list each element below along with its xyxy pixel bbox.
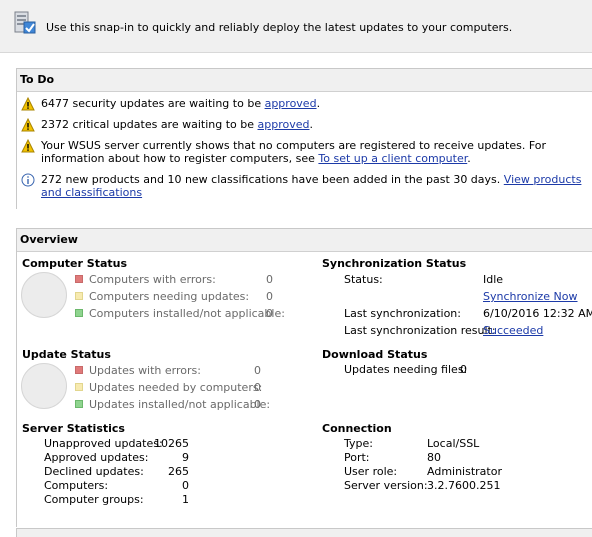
- connection-value: Administrator: [427, 465, 502, 478]
- download-status-value: 0: [460, 363, 467, 376]
- computer-status-value: 0: [266, 307, 273, 320]
- update-status-label: Updates needed by computers:: [89, 381, 263, 394]
- connection-label: User role:: [344, 465, 398, 478]
- update-status-label: Updates installed/not applicable:: [89, 398, 271, 411]
- synchronize-now-link[interactable]: Synchronize Now: [483, 290, 578, 303]
- computer-status-title: Computer Status: [22, 257, 128, 270]
- computer-status-label: Computers needing updates:: [89, 290, 250, 303]
- update-status-value: 0: [254, 381, 261, 394]
- computer-status-pie: [21, 272, 67, 318]
- connection-value: 3.2.7600.251: [427, 479, 501, 492]
- sync-status-value: Idle: [483, 273, 504, 286]
- todo-text: 272 new products and 10 new classificati…: [41, 173, 504, 186]
- download-status-title: Download Status: [322, 348, 428, 361]
- stat-value: 0: [182, 479, 189, 492]
- todo-text: 6477 security updates are waiting to be: [41, 97, 265, 110]
- todo-suffix: .: [467, 152, 471, 165]
- connection-label: Port:: [344, 451, 370, 464]
- stat-label: Computers:: [44, 479, 109, 492]
- update-status-pie: [21, 363, 67, 409]
- todo-item-security: 6477 security updates are waiting to be …: [21, 97, 591, 111]
- todo-item-new-products: 272 new products and 10 new classificati…: [21, 173, 591, 201]
- todo-item-critical: 2372 critical updates are waiting to be …: [21, 118, 591, 132]
- wsus-server-icon: [14, 11, 36, 34]
- errors-swatch: [75, 366, 83, 374]
- banner-text: Use this snap-in to quickly and reliably…: [46, 21, 513, 34]
- update-status-value: 0: [254, 364, 261, 377]
- computer-status-value: 0: [266, 273, 273, 286]
- last-sync-label: Last synchronization:: [344, 307, 461, 320]
- warning-icon: [21, 97, 35, 111]
- sync-status-label: Status:: [344, 273, 383, 286]
- update-status-title: Update Status: [22, 348, 111, 361]
- stat-label: Unapproved updates:: [44, 437, 163, 450]
- todo-suffix: .: [309, 118, 313, 131]
- sync-status-title: Synchronization Status: [322, 257, 467, 270]
- stat-label: Computer groups:: [44, 493, 144, 506]
- needing-swatch: [75, 292, 83, 300]
- todo-header: To Do: [17, 69, 592, 92]
- computer-status-label: Computers with errors:: [89, 273, 216, 286]
- info-icon: [21, 173, 35, 187]
- warning-icon: [21, 118, 35, 132]
- update-status-label: Updates with errors:: [89, 364, 201, 377]
- stat-value: 265: [168, 465, 189, 478]
- todo-text: 2372 critical updates are waiting to be: [41, 118, 258, 131]
- connection-label: Type:: [344, 437, 373, 450]
- snapin-banner: Use this snap-in to quickly and reliably…: [0, 0, 592, 53]
- setup-client-link[interactable]: To set up a client computer: [318, 152, 467, 165]
- stat-value: 9: [182, 451, 189, 464]
- installed-swatch: [75, 400, 83, 408]
- server-statistics-title: Server Statistics: [22, 422, 125, 435]
- connection-value: Local/SSL: [427, 437, 480, 450]
- computer-status-label: Computers installed/not applicable:: [89, 307, 285, 320]
- last-sync-value: 6/10/2016 12:32 AM: [483, 307, 592, 320]
- overview-panel: Overview Computer Status Computers with …: [16, 228, 592, 527]
- sync-result-link[interactable]: Succeeded: [483, 324, 543, 337]
- approved-security-link[interactable]: approved: [265, 97, 317, 110]
- stat-label: Approved updates:: [44, 451, 149, 464]
- update-status-value: 0: [254, 398, 261, 411]
- connection-title: Connection: [322, 422, 392, 435]
- errors-swatch: [75, 275, 83, 283]
- todo-item-no-computers: Your WSUS server currently shows that no…: [21, 139, 591, 167]
- connection-value: 80: [427, 451, 441, 464]
- last-result-label: Last synchronization result:: [344, 324, 496, 337]
- approved-critical-link[interactable]: approved: [258, 118, 310, 131]
- needed-swatch: [75, 383, 83, 391]
- warning-icon: [21, 139, 35, 153]
- todo-panel: To Do 6477 security updates are waiting …: [16, 68, 592, 209]
- download-status-label: Updates needing files:: [344, 363, 468, 376]
- installed-swatch: [75, 309, 83, 317]
- stat-value: 10265: [154, 437, 189, 450]
- connection-label: Server version:: [344, 479, 428, 492]
- todo-suffix: .: [316, 97, 321, 110]
- overview-header: Overview: [17, 229, 592, 252]
- computer-status-value: 0: [266, 290, 273, 303]
- stat-value: 1: [182, 493, 189, 506]
- stat-label: Declined updates:: [44, 465, 144, 478]
